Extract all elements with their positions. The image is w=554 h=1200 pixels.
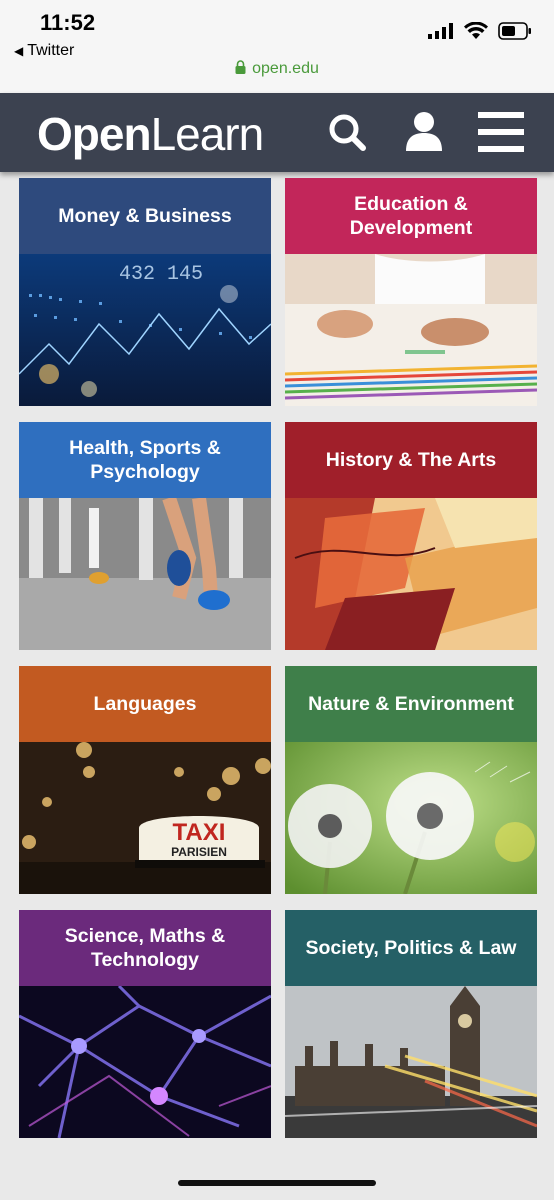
category-title: Science, Maths & Technology xyxy=(19,910,271,986)
parisien-sign-text: PARISIEN xyxy=(171,845,227,859)
category-tile-society-politics-law[interactable]: Society, Politics & Law xyxy=(285,910,537,1138)
education-development-image xyxy=(285,254,537,406)
svg-text:432 145: 432 145 xyxy=(119,263,203,286)
menu-icon[interactable] xyxy=(478,112,524,152)
category-title: History & The Arts xyxy=(285,422,537,498)
society-politics-law-image xyxy=(285,986,537,1138)
category-title: Languages xyxy=(19,666,271,742)
history-arts-image xyxy=(285,498,537,650)
category-tile-languages[interactable]: Languages TAXI PARISIEN xyxy=(19,666,271,894)
category-tile-health-sports-psychology[interactable]: Health, Sports & Psychology xyxy=(19,422,271,650)
languages-image: TAXI PARISIEN xyxy=(19,742,271,894)
category-title: Society, Politics & Law xyxy=(285,910,537,986)
science-maths-technology-image xyxy=(19,986,271,1138)
lock-icon xyxy=(235,60,246,74)
category-tile-history-arts[interactable]: History & The Arts xyxy=(285,422,537,650)
category-tile-education-development[interactable]: Education & Development xyxy=(285,178,537,406)
category-title: Money & Business xyxy=(19,178,271,254)
health-sports-image xyxy=(19,498,271,650)
category-title: Nature & Environment xyxy=(285,666,537,742)
category-tile-money-business[interactable]: Money & Business 432 145 xyxy=(19,178,271,406)
status-time: 11:52 xyxy=(40,10,96,35)
back-app-label: Twitter xyxy=(27,42,75,59)
category-title: Health, Sports & Psychology xyxy=(19,422,271,498)
wifi-icon xyxy=(464,22,488,39)
status-bar: 11:52 ◀ Twitter open.edu xyxy=(0,0,554,93)
battery-icon xyxy=(498,22,531,40)
user-icon[interactable] xyxy=(404,111,444,153)
money-business-image: 432 145 xyxy=(19,254,271,406)
nature-environment-image xyxy=(285,742,537,894)
category-tile-nature-environment[interactable]: Nature & Environment xyxy=(285,666,537,894)
back-arrow-icon: ◀ xyxy=(14,44,24,58)
back-to-app-link[interactable]: ◀ Twitter xyxy=(14,42,74,60)
home-indicator[interactable] xyxy=(178,1180,376,1186)
url-text: open.edu xyxy=(252,60,319,77)
search-icon[interactable] xyxy=(326,111,368,153)
system-icons xyxy=(428,22,532,40)
logo-open: Open xyxy=(37,108,152,160)
taxi-sign-text: TAXI xyxy=(173,819,226,846)
site-header: OpenLearn xyxy=(0,93,554,172)
signal-icon xyxy=(428,23,453,39)
category-title: Education & Development xyxy=(285,178,537,254)
openlearn-logo[interactable]: OpenLearn xyxy=(37,107,265,161)
address-bar[interactable]: open.edu xyxy=(0,60,554,78)
category-tile-science-maths-technology[interactable]: Science, Maths & Technology xyxy=(19,910,271,1138)
logo-learn: Learn xyxy=(150,108,265,160)
